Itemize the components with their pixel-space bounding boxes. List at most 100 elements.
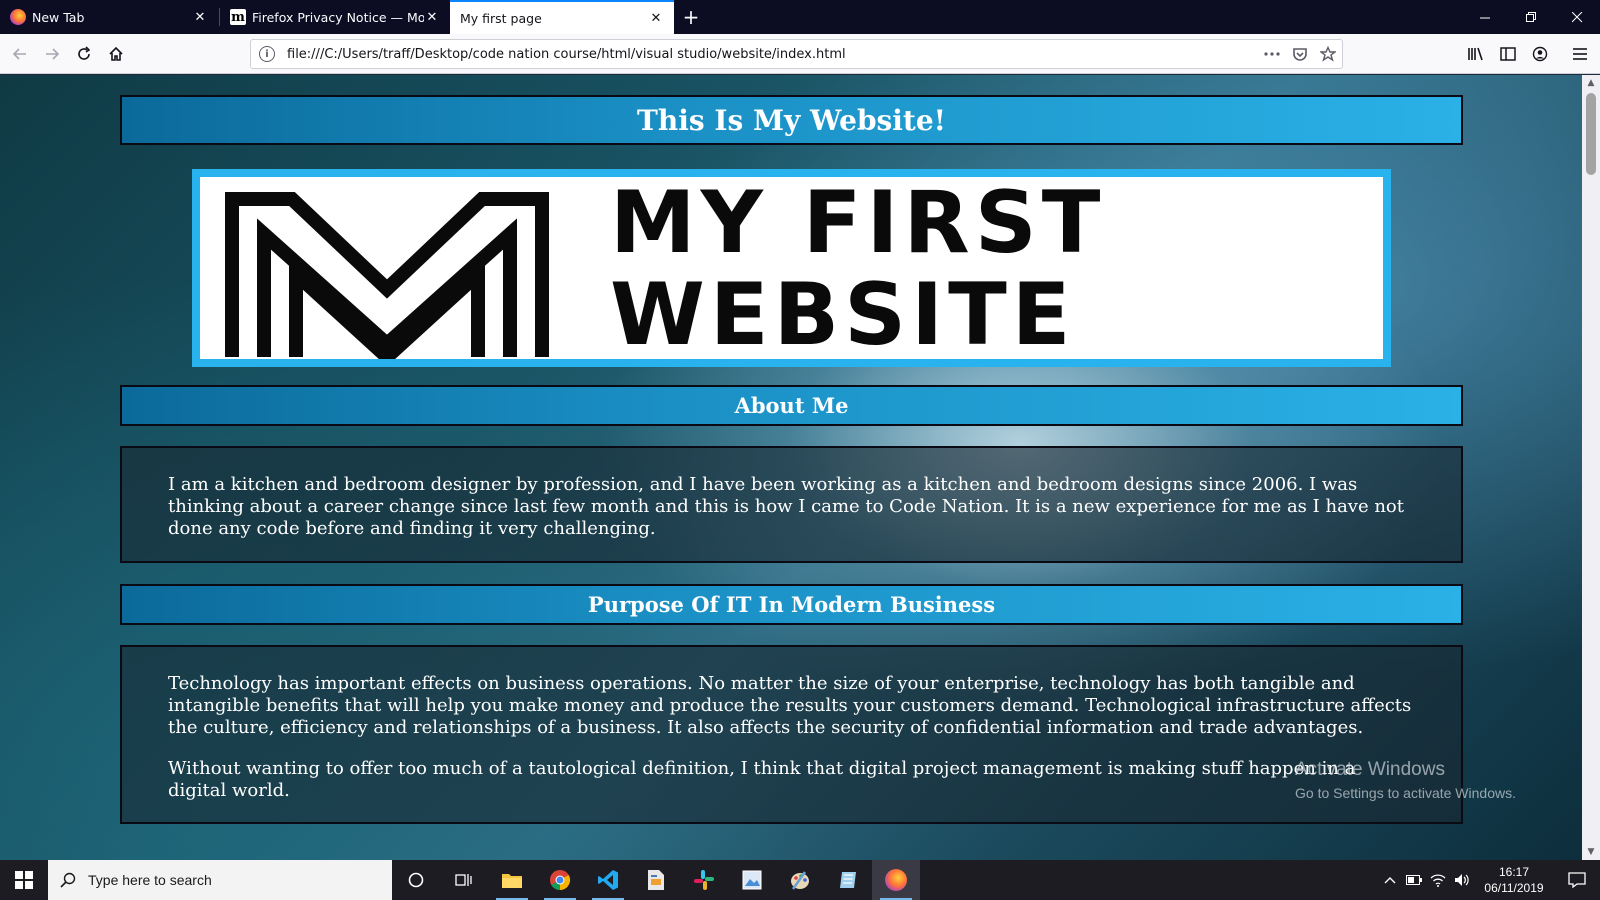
close-icon[interactable]: ✕ bbox=[192, 9, 208, 25]
chrome-button[interactable] bbox=[536, 860, 584, 900]
purpose-heading-bar: Purpose Of IT In Modern Business bbox=[120, 584, 1463, 625]
clock-time: 16:17 bbox=[1498, 865, 1530, 879]
windows-logo-icon bbox=[15, 871, 33, 889]
purpose-paragraph-2: Without wanting to offer too much of a t… bbox=[168, 758, 1356, 801]
firefox-taskbar-button[interactable] bbox=[872, 860, 920, 900]
system-tray: 16:17 06/11/2019 bbox=[1378, 860, 1600, 900]
logo-text: MY FIRST WEBSITE bbox=[610, 177, 1370, 359]
sidebar-icon bbox=[1500, 47, 1516, 61]
m-monogram-icon bbox=[225, 192, 549, 359]
show-hidden-icons-chevron-icon[interactable] bbox=[1378, 860, 1402, 900]
paint-app-button[interactable] bbox=[776, 860, 824, 900]
folder-icon bbox=[502, 874, 522, 888]
purpose-paragraph-1: Technology has important effects on busi… bbox=[168, 673, 1412, 738]
address-bar[interactable]: i file:///C:/Users/traff/Desktop/code na… bbox=[250, 39, 1343, 69]
menu-button[interactable] bbox=[1566, 40, 1594, 68]
chrome-icon bbox=[550, 870, 571, 891]
firefox-icon bbox=[885, 869, 907, 891]
library-button[interactable] bbox=[1462, 40, 1490, 68]
restore-button[interactable] bbox=[1508, 0, 1554, 34]
volume-icon[interactable] bbox=[1450, 860, 1474, 900]
tab-label: My first page bbox=[460, 10, 542, 26]
about-paragraph: I am a kitchen and bedroom designer by p… bbox=[168, 474, 1405, 539]
document-icon bbox=[648, 870, 664, 890]
navigation-toolbar: i file:///C:/Users/traff/Desktop/code na… bbox=[0, 34, 1600, 74]
vertical-scrollbar[interactable]: ▲ ▼ bbox=[1582, 75, 1600, 860]
taskbar-clock[interactable]: 16:17 06/11/2019 bbox=[1474, 864, 1554, 896]
clock-date: 06/11/2019 bbox=[1484, 881, 1544, 895]
page-viewport: This Is My Website! MY FIRST WEBSITE Abo… bbox=[0, 75, 1582, 860]
close-icon[interactable]: ✕ bbox=[648, 10, 664, 26]
about-heading: About Me bbox=[734, 393, 849, 418]
site-logo-banner: MY FIRST WEBSITE bbox=[192, 169, 1391, 367]
start-button[interactable] bbox=[0, 860, 48, 900]
minimize-button[interactable] bbox=[1462, 0, 1508, 34]
task-view-icon bbox=[455, 874, 472, 886]
minimize-icon bbox=[1479, 17, 1490, 18]
star-icon bbox=[1320, 46, 1336, 62]
vscode-icon bbox=[598, 870, 618, 890]
slack-icon bbox=[694, 870, 714, 890]
bookmark-star-button[interactable] bbox=[1314, 40, 1342, 68]
home-icon bbox=[109, 46, 123, 61]
mozilla-m-icon: m bbox=[230, 9, 246, 25]
picture-icon bbox=[742, 870, 762, 890]
pocket-button[interactable] bbox=[1286, 40, 1314, 68]
tab-label: New Tab bbox=[32, 9, 85, 25]
vscode-button[interactable] bbox=[584, 860, 632, 900]
home-button[interactable] bbox=[102, 40, 130, 68]
windows-taskbar: Type here to search 16:17 06/11/2019 bbox=[0, 860, 1600, 900]
image-viewer-button[interactable] bbox=[728, 860, 776, 900]
more-dots-icon bbox=[1264, 52, 1280, 56]
back-button[interactable] bbox=[6, 40, 34, 68]
close-window-button[interactable] bbox=[1554, 0, 1600, 34]
tab-firefox-privacy-notice[interactable]: m Firefox Privacy Notice — Mozilla ✕ bbox=[220, 0, 450, 34]
palette-icon bbox=[791, 871, 809, 890]
account-button[interactable] bbox=[1526, 40, 1554, 68]
scroll-up-arrow-icon[interactable]: ▲ bbox=[1582, 75, 1600, 91]
slack-button[interactable] bbox=[680, 860, 728, 900]
new-tab-button[interactable]: + bbox=[678, 4, 704, 30]
activate-windows-subtitle: Go to Settings to activate Windows. bbox=[1295, 785, 1516, 801]
cortana-button[interactable] bbox=[392, 860, 440, 900]
account-icon bbox=[1532, 46, 1548, 62]
notepad-icon bbox=[840, 872, 856, 888]
reload-icon bbox=[78, 46, 91, 60]
page-actions-menu[interactable] bbox=[1258, 40, 1286, 68]
about-heading-bar: About Me bbox=[120, 385, 1463, 426]
site-title: This Is My Website! bbox=[637, 103, 946, 137]
wifi-icon[interactable] bbox=[1426, 860, 1450, 900]
tab-strip: New Tab ✕ m Firefox Privacy Notice — Moz… bbox=[0, 0, 1600, 34]
close-icon bbox=[1571, 11, 1582, 22]
file-explorer-button[interactable] bbox=[488, 860, 536, 900]
forward-button[interactable] bbox=[38, 40, 66, 68]
arrow-left-icon bbox=[12, 48, 26, 60]
taskbar-search-box[interactable]: Type here to search bbox=[48, 860, 392, 900]
logo-image: MY FIRST WEBSITE bbox=[200, 177, 1383, 359]
url-text[interactable]: file:///C:/Users/traff/Desktop/code nati… bbox=[287, 47, 1258, 62]
sidebar-button[interactable] bbox=[1494, 40, 1522, 68]
search-placeholder: Type here to search bbox=[88, 872, 212, 888]
task-view-button[interactable] bbox=[440, 860, 488, 900]
notepad-app-button[interactable] bbox=[824, 860, 872, 900]
firefox-icon bbox=[10, 9, 26, 25]
document-app-button[interactable] bbox=[632, 860, 680, 900]
logo-line-2: WEBSITE bbox=[610, 265, 1076, 359]
logo-line-1: MY FIRST bbox=[610, 177, 1106, 273]
tab-new-tab[interactable]: New Tab ✕ bbox=[0, 0, 218, 34]
scrollbar-thumb[interactable] bbox=[1586, 93, 1596, 175]
action-center-button[interactable] bbox=[1554, 860, 1600, 900]
restore-icon bbox=[1525, 11, 1536, 22]
reload-button[interactable] bbox=[70, 40, 98, 68]
search-icon bbox=[60, 872, 76, 888]
tab-my-first-page[interactable]: My first page ✕ bbox=[450, 0, 674, 34]
purpose-heading: Purpose Of IT In Modern Business bbox=[587, 592, 996, 617]
close-icon[interactable]: ✕ bbox=[424, 9, 440, 25]
hamburger-menu-icon bbox=[1573, 48, 1587, 60]
arrow-right-icon bbox=[46, 48, 60, 60]
scroll-down-arrow-icon[interactable]: ▼ bbox=[1582, 844, 1600, 860]
tab-label: Firefox Privacy Notice — Mozilla bbox=[252, 9, 424, 25]
battery-icon[interactable] bbox=[1402, 860, 1426, 900]
pocket-icon bbox=[1293, 48, 1307, 61]
site-info-icon[interactable]: i bbox=[259, 46, 275, 62]
